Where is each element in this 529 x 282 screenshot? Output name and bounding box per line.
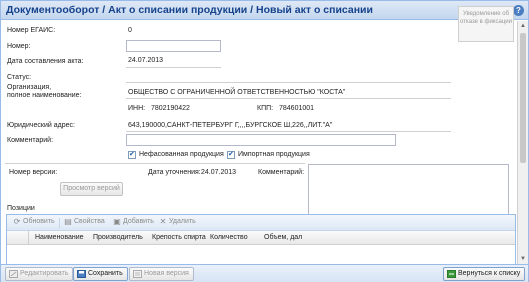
kpp-label: КПП: [257,105,274,112]
row-number-column [7,231,29,244]
positions-grid-body [7,245,515,264]
org-underline [126,98,451,99]
version-comment-box [308,164,509,220]
refine-date-label: Дата уточнения: [148,169,201,176]
column-alcohol-strength[interactable]: Крепость спирта [152,234,206,241]
view-versions-button[interactable]: Просмотр версий [60,182,123,196]
comment-label: Комментарий: [7,137,54,144]
toolbar-separator [59,218,60,228]
edit-button[interactable]: Редактировать [5,267,74,281]
column-name[interactable]: Наименование [35,234,84,241]
positions-toolbar: ⟳ Обновить ▤ Свойства ▣ Добавить ✕ Удалить [7,215,515,231]
refresh-icon: ⟳ [13,217,21,226]
properties-label: Свойства [74,218,105,225]
vertical-scrollbar[interactable]: ▲ ▼ [517,21,528,264]
edit-label: Редактировать [20,270,69,277]
add-button[interactable]: ▣ Добавить [113,218,154,226]
address-label: Юридический адрес: [7,122,75,129]
document-window: Документооборот / Акт о списании продукц… [0,0,529,282]
back-to-list-button[interactable]: Вернуться к списку [443,267,526,281]
scrollbar-thumb[interactable] [520,33,526,163]
org-name-value: ОБЩЕСТВО С ОГРАНИЧЕННОЙ ОТВЕТСТВЕННОСТЬЮ… [128,89,346,96]
org-label-line2: полное наименование: [7,92,82,99]
column-quantity[interactable]: Количество [210,234,248,241]
inn-value: 7802190422 [151,105,190,112]
act-date-value: 24.07.2013 [128,57,164,64]
properties-icon: ▤ [64,217,72,226]
refine-date-value: 24.07.2013 [201,169,237,176]
address-underline [126,131,451,132]
positions-label: Позиции [7,205,35,212]
address-value: 643,190000,САНКТ-ПЕТЕРБУРГ Г,,,,БУРГСКОЕ… [128,122,333,129]
scroll-down-icon[interactable]: ▼ [519,255,527,263]
window-titlebar: Документооборот / Акт о списании продукц… [1,1,528,20]
column-producer[interactable]: Производитель [93,234,143,241]
unpacked-label: Нефасованная продукция [139,151,224,158]
inn-label: ИНН: [128,105,146,112]
positions-grid-header: Наименование Производитель Крепость спир… [7,231,515,245]
status-underline [126,82,451,83]
window-title: Документооборот / Акт о списании продукц… [6,4,373,16]
form-content: Номер ЕГАИС: 0 Номер: Дата составления а… [1,21,517,264]
org-label-line1: Организация, [7,84,52,91]
edit-icon [9,270,18,278]
date-underline [126,67,221,68]
import-checkbox[interactable] [227,150,235,159]
egais-value: 0 [128,27,132,34]
status-label: Статус: [7,74,32,81]
new-version-button[interactable]: Новая версия [129,267,194,281]
act-date-label: Дата составления акта: [7,58,84,65]
new-version-icon [133,270,142,278]
column-volume[interactable]: Объем, дал [264,234,302,241]
new-version-label: Новая версия [144,270,189,277]
kpp-value: 784601001 [279,105,315,112]
delete-label: Удалить [169,218,196,225]
back-list-icon [447,270,456,278]
unpacked-checkbox[interactable] [128,150,136,159]
positions-panel: ⟳ Обновить ▤ Свойства ▣ Добавить ✕ Удалить Н… [6,214,516,264]
delete-button[interactable]: ✕ Удалить [159,218,196,226]
save-button[interactable]: Сохранить [73,267,128,281]
add-icon: ▣ [113,217,121,226]
egais-label: Номер ЕГАИС: [7,27,56,34]
save-icon [77,270,86,278]
number-label: Номер: [7,43,31,50]
version-number-label: Номер версии: [9,169,58,176]
section-divider [5,163,305,164]
properties-button[interactable]: ▤ Свойства [64,218,105,226]
rejection-notice-button[interactable]: Уведомление об отказе в фиксации [458,6,514,42]
refresh-button[interactable]: ⟳ Обновить [13,218,55,226]
save-label: Сохранить [88,270,123,277]
add-label: Добавить [123,218,154,225]
scroll-up-icon[interactable]: ▲ [519,22,527,30]
comment-input[interactable] [126,134,396,146]
delete-icon: ✕ [159,217,167,226]
number-input[interactable] [126,40,221,52]
back-to-list-label: Вернуться к списку [458,270,521,277]
import-label: Импортная продукция [238,151,310,158]
footer-toolbar: Редактировать Сохранить Новая версия Вер… [1,264,528,282]
refresh-label: Обновить [23,218,55,225]
version-comment-label: Комментарий: [258,169,305,176]
help-icon[interactable]: ? [513,5,524,16]
